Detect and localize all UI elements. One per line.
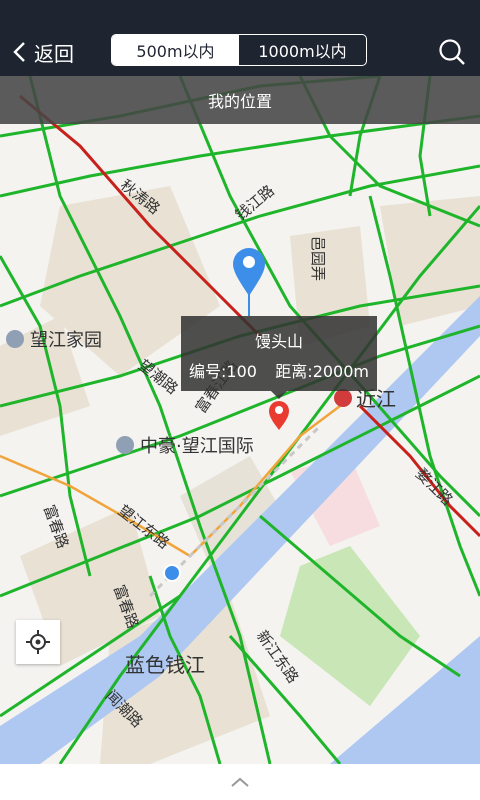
poi-lanse-qianjiang[interactable]: 蓝色钱江 (125, 649, 205, 678)
chevron-up-icon[interactable] (230, 776, 250, 788)
search-icon[interactable] (438, 38, 466, 66)
building-icon (6, 330, 24, 348)
poi-wangjiangjiayuan[interactable]: 望江家园 (6, 326, 102, 352)
popup-number: 编号:100 (189, 362, 257, 381)
top-bar: 返回 500m以内 1000m以内 (0, 0, 480, 76)
map-view[interactable]: 望江家园 中豪·望江国际 近江 蓝色钱江 秋涛路 钱江路 邑园弄 望潮路 富春江… (0, 76, 480, 764)
crosshair-icon (26, 630, 50, 654)
locate-button[interactable] (16, 620, 60, 664)
popup-title: 馒头山 (254, 332, 303, 351)
my-location-label: 我的位置 (207, 92, 272, 111)
back-button[interactable]: 返回 (12, 36, 74, 68)
poi-info-popup[interactable]: 馒头山 编号:100 距离:2000m (181, 316, 377, 399)
metro-icon (334, 388, 352, 407)
poi-zhonghao-wangjiang[interactable]: 中豪·望江国际 (116, 432, 254, 458)
road-label: 邑园弄 (309, 235, 328, 282)
distance-filter: 500m以内 1000m以内 (111, 34, 367, 66)
popup-distance: 距离:2000m (275, 362, 369, 381)
map-canvas (0, 76, 480, 764)
chevron-left-icon (13, 42, 25, 62)
bottom-drawer-handle[interactable] (0, 764, 480, 800)
my-location-bar[interactable]: 我的位置 (0, 76, 480, 124)
back-label: 返回 (34, 41, 74, 66)
building-icon (116, 436, 134, 454)
filter-1000m[interactable]: 1000m以内 (239, 35, 366, 65)
filter-500m[interactable]: 500m以内 (112, 35, 239, 65)
